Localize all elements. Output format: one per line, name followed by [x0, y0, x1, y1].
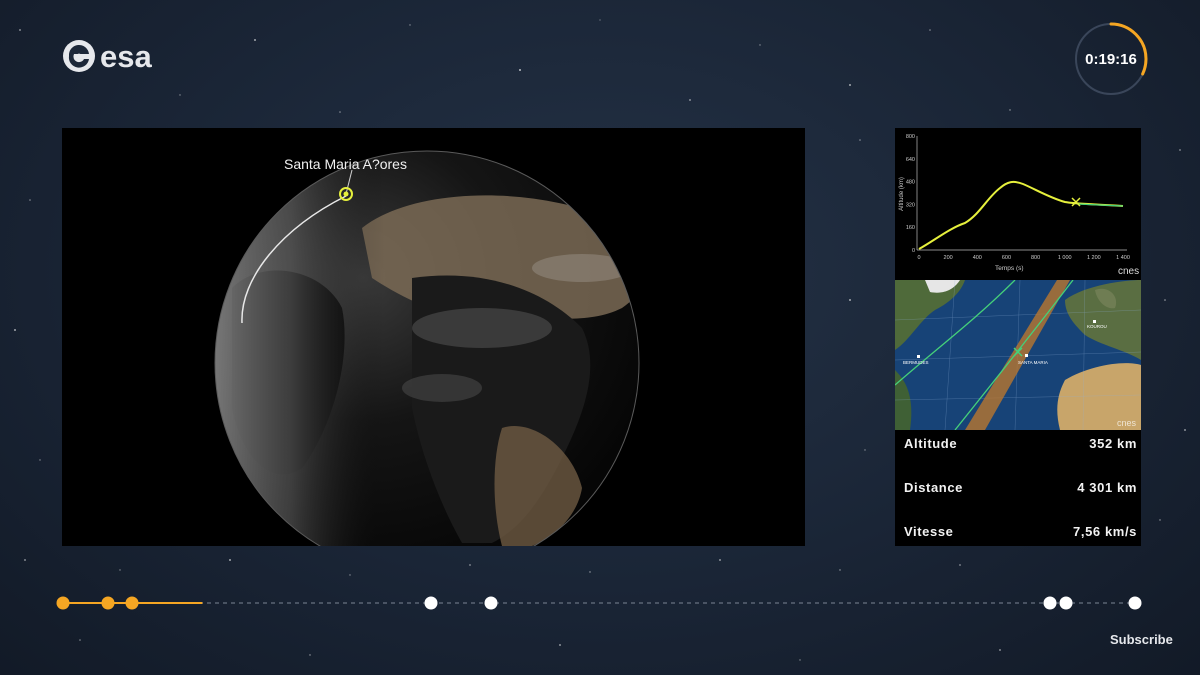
altitude-curve: [918, 180, 1124, 250]
graph-ytick: 800: [906, 134, 915, 140]
stat-altitude-label: Altitude: [904, 435, 958, 451]
esa-logo: esa: [62, 38, 152, 74]
stat-altitude-value: 352 km: [1089, 435, 1137, 451]
graph-xtick: 0: [917, 255, 920, 261]
stat-vitesse-value: 7,56 km/s: [1073, 523, 1137, 539]
graph-ytick: 320: [906, 202, 915, 208]
graph-ytick: 160: [906, 225, 915, 231]
stat-vitesse: Vitesse 7,56 km/s: [904, 521, 1137, 541]
graph-ytick: 480: [906, 180, 915, 186]
station-label: Santa Maria A?ores: [284, 156, 407, 172]
graph-xtick: 1 200: [1087, 255, 1101, 261]
graph-xtick: 600: [1002, 255, 1011, 261]
timer-value: 0:19:16: [1085, 50, 1137, 68]
graph-ylabel: Altitude (km): [899, 177, 905, 211]
stat-distance-value: 4 301 km: [1077, 479, 1137, 495]
graph-xtick: 800: [1031, 255, 1040, 261]
map-brand: cnes: [1117, 418, 1137, 428]
timeline-milestone-6[interactable]: [1043, 596, 1057, 610]
stat-distance: Distance 4 301 km: [904, 477, 1137, 497]
timeline-milestone-8[interactable]: [1128, 596, 1142, 610]
ground-track-map: BERMUDES SANTA MARIA KOUROU cnes: [895, 280, 1141, 430]
timeline-milestone-4[interactable]: [424, 596, 438, 610]
stat-distance-label: Distance: [904, 479, 963, 495]
timeline-milestone-3[interactable]: [125, 596, 139, 610]
map-place-santa-maria: SANTA MARIA: [1018, 360, 1048, 365]
graph-brand: cnes: [1118, 266, 1139, 277]
altitude-graph: 800 640 480 320 160 0 0 200 400 600 800 1 000 1 200…: [895, 128, 1141, 278]
graph-ytick: 640: [906, 157, 915, 163]
earth-globe: [214, 150, 640, 546]
current-position-marker-icon: [1071, 197, 1081, 207]
stat-altitude: Altitude 352 km: [904, 433, 1137, 453]
map-place-bermudes: BERMUDES: [903, 360, 929, 365]
stat-vitesse-label: Vitesse: [904, 523, 954, 539]
trajectory-video: Santa Maria A?ores: [62, 128, 805, 546]
timeline-milestone-7[interactable]: [1059, 596, 1073, 610]
graph-ytick: 0: [912, 248, 915, 254]
timeline-milestone-1[interactable]: [56, 596, 70, 610]
graph-xtick: 400: [973, 255, 982, 261]
graph-xtick: 1 000: [1058, 255, 1072, 261]
esa-logo-text: esa: [100, 38, 152, 74]
mission-timeline[interactable]: [0, 588, 1200, 618]
mission-timer: 0:19:16: [1072, 20, 1150, 98]
subscribe-button[interactable]: Subscribe: [1110, 632, 1173, 647]
esa-logo-icon: [63, 40, 95, 72]
graph-xtick: 200: [944, 255, 953, 261]
graph-xtick: 1 400: [1116, 255, 1130, 261]
telemetry-panel: 800 640 480 320 160 0 0 200 400 600 800 1 000 1 200…: [895, 128, 1141, 546]
graph-xlabel: Temps (s): [995, 265, 1024, 272]
timeline-milestone-2[interactable]: [101, 596, 115, 610]
timeline-milestone-5[interactable]: [484, 596, 498, 610]
telemetry-stats: Altitude 352 km Distance 4 301 km Vitess…: [895, 430, 1141, 546]
map-place-kourou: KOUROU: [1087, 324, 1107, 329]
